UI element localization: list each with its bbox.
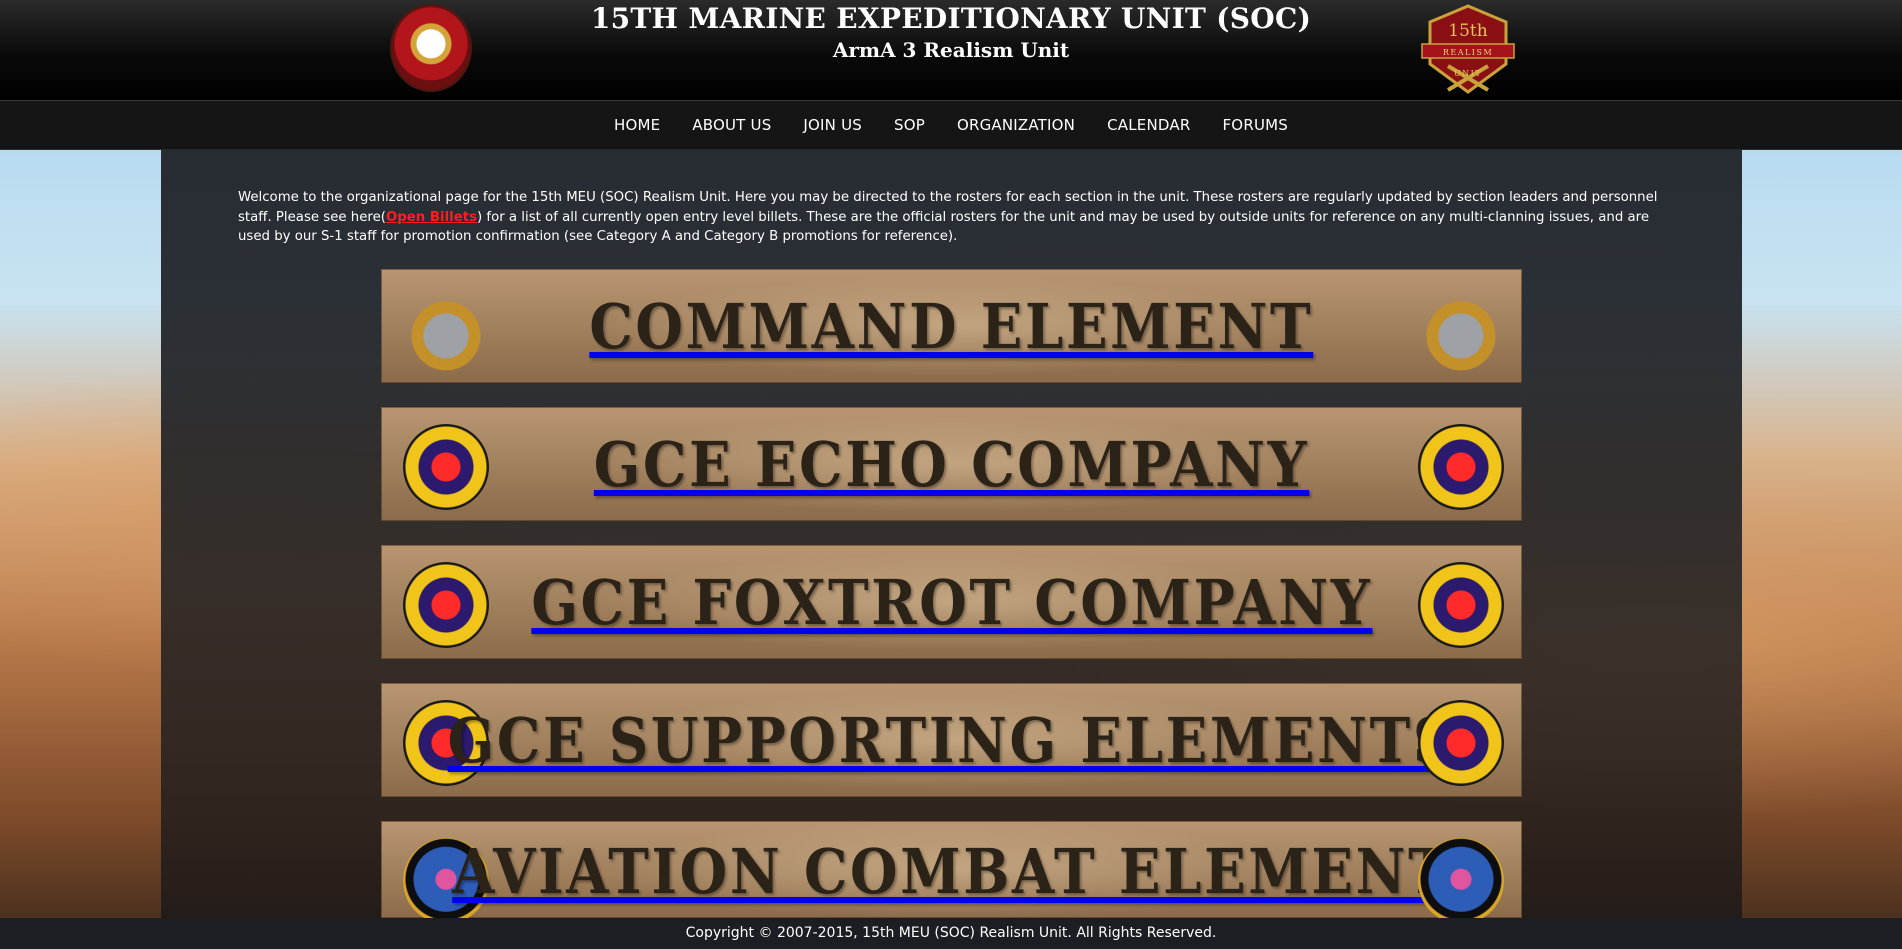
nav-join-us[interactable]: JOIN US (803, 116, 862, 134)
copyright-text: Copyright © 2007-2015, 15th MEU (SOC) Re… (685, 925, 1217, 941)
nav-about-us[interactable]: ABOUT US (692, 116, 771, 134)
svg-text:REALISM: REALISM (1443, 48, 1493, 57)
site-header: 15TH MARINE EXPEDITIONARY UNIT (SOC) Arm… (0, 0, 1902, 101)
banner-command-element[interactable]: COMMAND ELEMENT (381, 269, 1522, 383)
site-subtitle: ArmA 3 Realism Unit (832, 38, 1070, 62)
banner-label: GCE SUPPORTING ELEMENTS (447, 703, 1456, 777)
nav-calendar[interactable]: CALENDAR (1107, 116, 1190, 134)
open-billets-link[interactable]: Open Billets (386, 210, 477, 225)
battalion-crest-icon (403, 424, 489, 510)
usmc-emblem-icon (403, 286, 489, 372)
site-title: 15TH MARINE EXPEDITIONARY UNIT (SOC) (590, 2, 1312, 35)
battalion-crest-icon (403, 562, 489, 648)
site-footer: Copyright © 2007-2015, 15th MEU (SOC) Re… (0, 918, 1902, 949)
nav-home[interactable]: HOME (614, 116, 660, 134)
realism-unit-logo-icon[interactable]: 15th REALISM UNIT (1420, 4, 1516, 96)
svg-text:UNIT: UNIT (1454, 69, 1482, 78)
banner-gce-echo-company[interactable]: GCE ECHO COMPANY (381, 407, 1522, 521)
banner-label: GCE ECHO COMPANY (593, 427, 1310, 501)
main-nav: HOME ABOUT US JOIN US SOP ORGANIZATION C… (0, 101, 1902, 150)
usmc-emblem-icon (1418, 286, 1504, 372)
svg-text:15th: 15th (1448, 21, 1487, 41)
nav-sop[interactable]: SOP (894, 116, 925, 134)
battalion-crest-icon (1418, 700, 1504, 786)
nav-forums[interactable]: FORUMS (1222, 116, 1288, 134)
banner-gce-foxtrot-company[interactable]: GCE FOXTROT COMPANY (381, 545, 1522, 659)
banner-gce-supporting-elements[interactable]: GCE SUPPORTING ELEMENTS (381, 683, 1522, 797)
banner-aviation-combat-element[interactable]: AVIATION COMBAT ELEMENT (381, 821, 1522, 918)
banner-label: GCE FOXTROT COMPANY (530, 565, 1373, 639)
squadron-dragon-icon (1418, 838, 1504, 918)
nav-organization[interactable]: ORGANIZATION (957, 116, 1075, 134)
intro-text: Welcome to the organizational page for t… (238, 188, 1678, 247)
content-panel (161, 149, 1742, 918)
battalion-crest-icon (1418, 562, 1504, 648)
battalion-crest-icon (1418, 424, 1504, 510)
banner-label: COMMAND ELEMENT (589, 289, 1314, 363)
banner-label: AVIATION COMBAT ELEMENT (451, 835, 1452, 908)
